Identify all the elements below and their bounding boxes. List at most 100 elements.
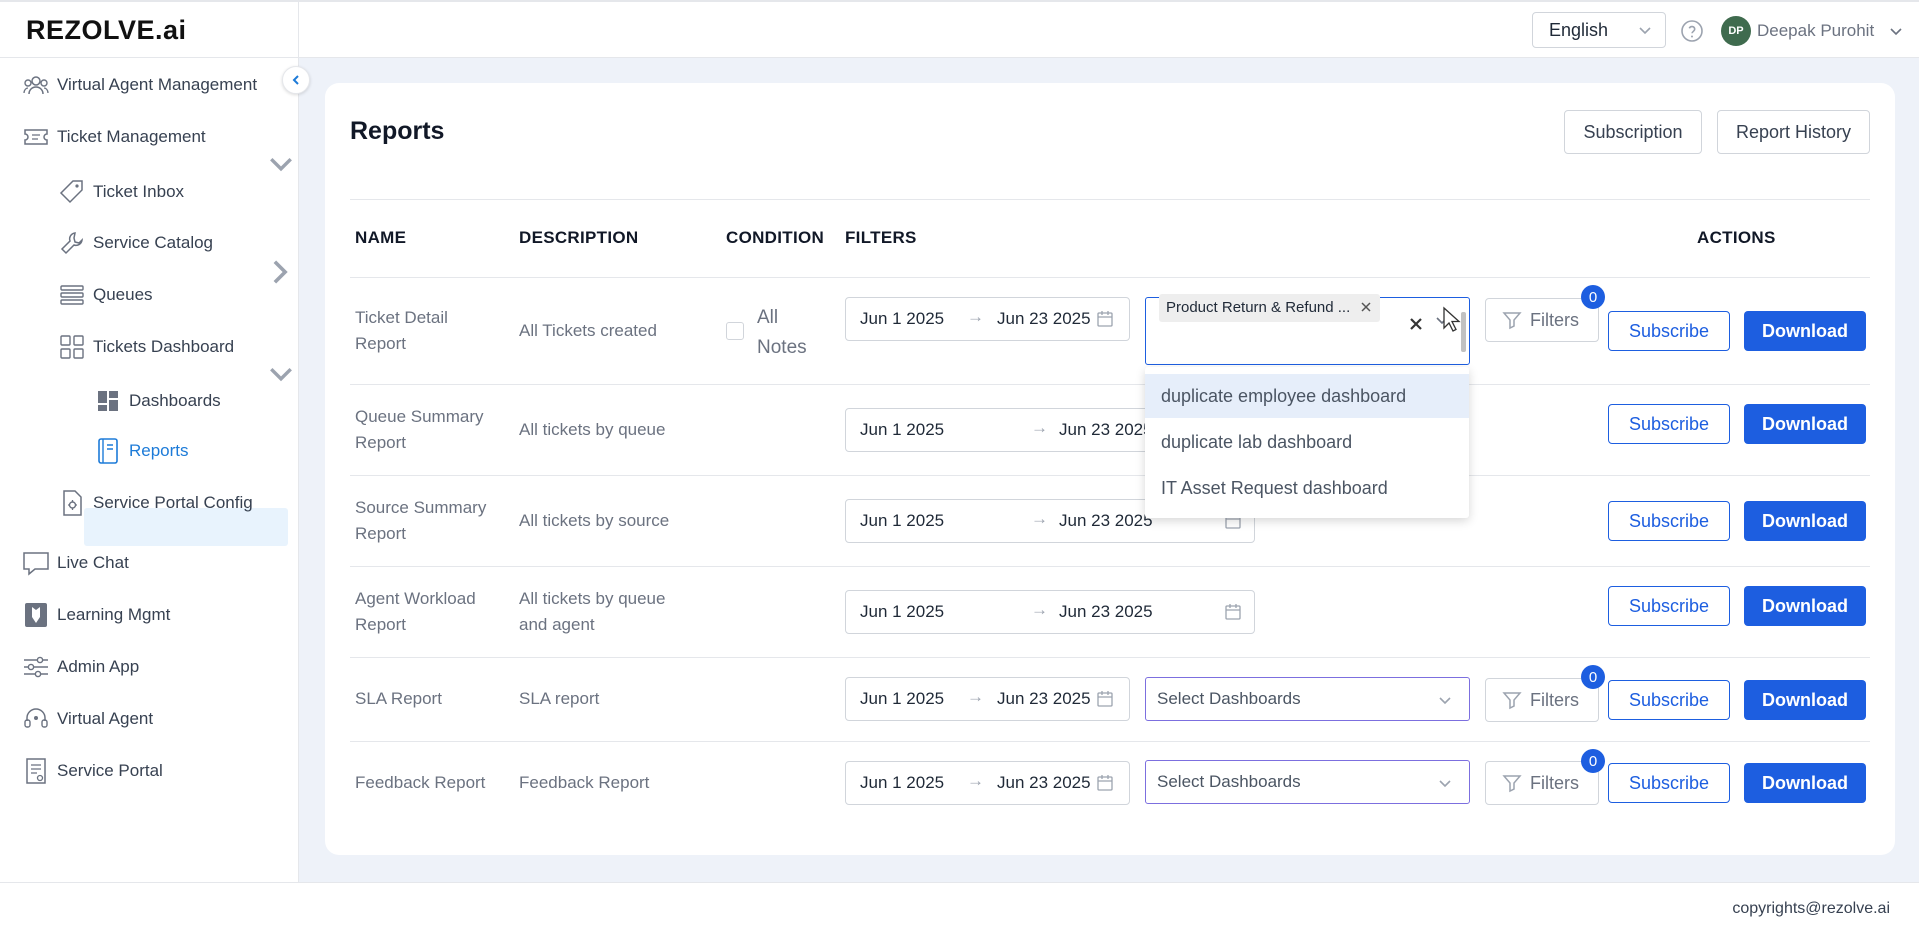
sidebar-item-service-catalog[interactable]: Service Catalog [58, 229, 213, 257]
date-range-picker[interactable]: Jun 1 2025 → Jun 23 2025 [845, 761, 1130, 805]
date-from[interactable]: Jun 1 2025 [860, 773, 944, 793]
language-select[interactable]: English [1532, 12, 1666, 48]
help-icon[interactable] [1680, 19, 1704, 43]
report-name: Feedback Report [355, 773, 486, 792]
arrow-right-icon: → [1031, 418, 1048, 437]
download-button[interactable]: Download [1744, 311, 1866, 351]
sidebar-item-learning-mgmt[interactable]: Learning Mgmt [22, 601, 170, 629]
user-name[interactable]: Deepak Purohit [1757, 21, 1874, 41]
remove-tag-icon[interactable] [1360, 301, 1372, 313]
sidebar-item-label: Admin App [57, 657, 140, 676]
sidebar-item-virtual-agent-management[interactable]: Virtual Agent Management [22, 71, 257, 99]
date-range-picker[interactable]: Jun 1 2025 → Jun 23 2025 [845, 590, 1255, 634]
selected-dashboard-tag: Product Return & Refund ... [1159, 294, 1381, 322]
subscribe-button[interactable]: Subscribe [1608, 763, 1730, 803]
sidebar-item-ticket-inbox[interactable]: Ticket Inbox [58, 178, 184, 206]
divider [350, 657, 1870, 658]
portal-icon [22, 757, 50, 785]
sidebar-item-dashboards[interactable]: Dashboards [94, 387, 221, 415]
logo[interactable]: REZOLVE.ai [26, 15, 187, 46]
report-history-button[interactable]: Report History [1717, 110, 1870, 154]
sidebar-item-label: Queues [93, 285, 153, 304]
copyright-text: copyrights@rezolve.ai [1732, 900, 1890, 917]
report-name: Source Summary Report [355, 498, 487, 543]
download-button[interactable]: Download [1744, 404, 1866, 444]
date-from[interactable]: Jun 1 2025 [860, 602, 944, 622]
dashboard-icon [94, 387, 122, 415]
sidebar-item-admin-app[interactable]: Admin App [22, 653, 139, 681]
subscribe-button[interactable]: Subscribe [1608, 501, 1730, 541]
filter-icon [1502, 775, 1522, 793]
top-header: REZOLVE.ai English DP Deepak Purohit [0, 0, 1919, 58]
date-to[interactable]: Jun 23 2025 [1059, 602, 1153, 622]
chevron-right-icon[interactable] [262, 254, 298, 290]
chat-icon [22, 549, 50, 577]
download-button[interactable]: Download [1744, 501, 1866, 541]
sidebar-item-label: Tickets Dashboard [93, 337, 235, 356]
download-button[interactable]: Download [1744, 586, 1866, 626]
filters-button[interactable]: Filters [1485, 298, 1599, 342]
dashboard-select[interactable]: Select Dashboards [1145, 760, 1470, 804]
user-menu-chevron-icon[interactable] [1888, 23, 1904, 39]
logo-area: REZOLVE.ai [0, 2, 299, 58]
divider [350, 566, 1870, 567]
grid-icon [58, 333, 86, 361]
date-from[interactable]: Jun 1 2025 [860, 689, 944, 709]
date-to[interactable]: Jun 23 2025 [997, 309, 1091, 329]
filters-button[interactable]: Filters [1485, 761, 1599, 805]
date-to[interactable]: Jun 23 2025 [1059, 511, 1153, 531]
date-from[interactable]: Jun 1 2025 [860, 309, 944, 329]
sidebar-item-queues[interactable]: Queues [58, 281, 153, 309]
sidebar-item-ticket-management[interactable]: Ticket Management [22, 123, 206, 151]
date-to[interactable]: Jun 23 2025 [1059, 420, 1153, 440]
filters-button[interactable]: Filters [1485, 678, 1599, 722]
sidebar-item-live-chat[interactable]: Live Chat [22, 549, 129, 577]
sidebar-item-tickets-dashboard[interactable]: Tickets Dashboard [58, 333, 234, 361]
sidebar-item-service-portal-config[interactable]: Service Portal Config [58, 489, 253, 517]
subscribe-button[interactable]: Subscribe [1608, 404, 1730, 444]
column-header-actions: ACTIONS [1697, 228, 1776, 247]
divider [350, 475, 1870, 476]
list-icon [58, 281, 86, 309]
download-button[interactable]: Download [1744, 680, 1866, 720]
chevron-down-icon[interactable] [264, 147, 298, 181]
date-to[interactable]: Jun 23 2025 [997, 773, 1091, 793]
dropdown-option[interactable]: duplicate lab dashboard [1145, 420, 1469, 464]
subscribe-button[interactable]: Subscribe [1608, 311, 1730, 351]
date-range-picker[interactable]: Jun 1 2025 → Jun 23 2025 [845, 297, 1130, 341]
avatar[interactable]: DP [1721, 16, 1751, 46]
all-notes-checkbox[interactable] [726, 322, 744, 340]
date-range-picker[interactable]: Jun 1 2025 → Jun 23 2025 [845, 677, 1130, 721]
wrench-icon [58, 229, 86, 257]
sidebar-item-label: Service Catalog [93, 233, 214, 252]
filter-count-badge: 0 [1581, 665, 1605, 689]
date-to[interactable]: Jun 23 2025 [997, 689, 1091, 709]
report-description: SLA report [519, 689, 600, 708]
sidebar-item-reports[interactable]: Reports [94, 437, 189, 465]
download-button[interactable]: Download [1744, 763, 1866, 803]
dashboard-select[interactable]: Select Dashboards [1145, 677, 1470, 721]
divider [350, 277, 1870, 278]
sidebar-item-service-portal[interactable]: Service Portal [22, 757, 163, 785]
date-from[interactable]: Jun 1 2025 [860, 420, 944, 440]
clear-selection-icon[interactable] [1408, 316, 1424, 332]
sidebar-item-label: Learning Mgmt [57, 605, 171, 624]
chevron-down-icon [1439, 780, 1451, 788]
select-placeholder: Select Dashboards [1157, 772, 1301, 791]
report-name: SLA Report [355, 689, 442, 708]
report-description: Feedback Report [519, 773, 650, 792]
dropdown-option[interactable]: IT Asset Request dashboard [1145, 466, 1469, 510]
sidebar-item-virtual-agent[interactable]: Virtual Agent [22, 705, 153, 733]
date-from[interactable]: Jun 1 2025 [860, 511, 944, 531]
subscribe-button[interactable]: Subscribe [1608, 680, 1730, 720]
subscription-button[interactable]: Subscription [1564, 110, 1702, 154]
sidebar-item-label: Virtual Agent [57, 709, 154, 728]
chevron-down-icon[interactable] [264, 357, 298, 391]
sidebar-collapse-button[interactable] [282, 66, 310, 94]
dropdown-option[interactable]: duplicate employee dashboard [1145, 374, 1469, 418]
subscribe-button[interactable]: Subscribe [1608, 586, 1730, 626]
calendar-icon [1097, 691, 1113, 707]
calendar-icon [1097, 775, 1113, 791]
learning-icon [22, 601, 50, 629]
mouse-cursor-icon [1443, 306, 1461, 332]
